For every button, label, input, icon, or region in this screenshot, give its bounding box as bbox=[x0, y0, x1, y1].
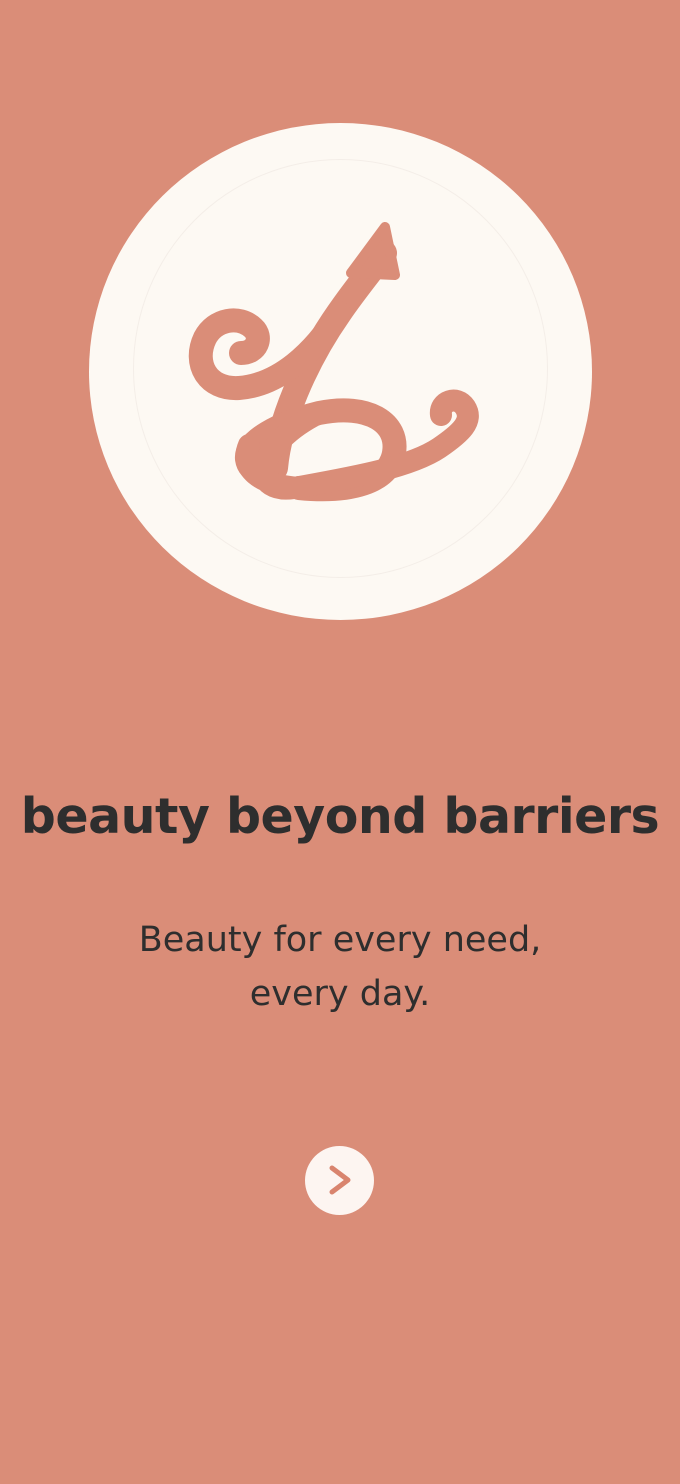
subtitle-text: Beauty for every need, every day. bbox=[110, 913, 570, 1021]
subtitle-line-2: every day. bbox=[249, 974, 431, 1014]
script-monogram-logo-icon bbox=[188, 222, 479, 502]
chevron-right-icon bbox=[329, 1165, 351, 1195]
brand-logo-badge bbox=[89, 123, 592, 620]
next-button[interactable] bbox=[305, 1146, 374, 1215]
tagline-heading: beauty beyond barriers bbox=[20, 788, 660, 845]
subtitle-line-1: Beauty for every need, bbox=[138, 920, 542, 960]
